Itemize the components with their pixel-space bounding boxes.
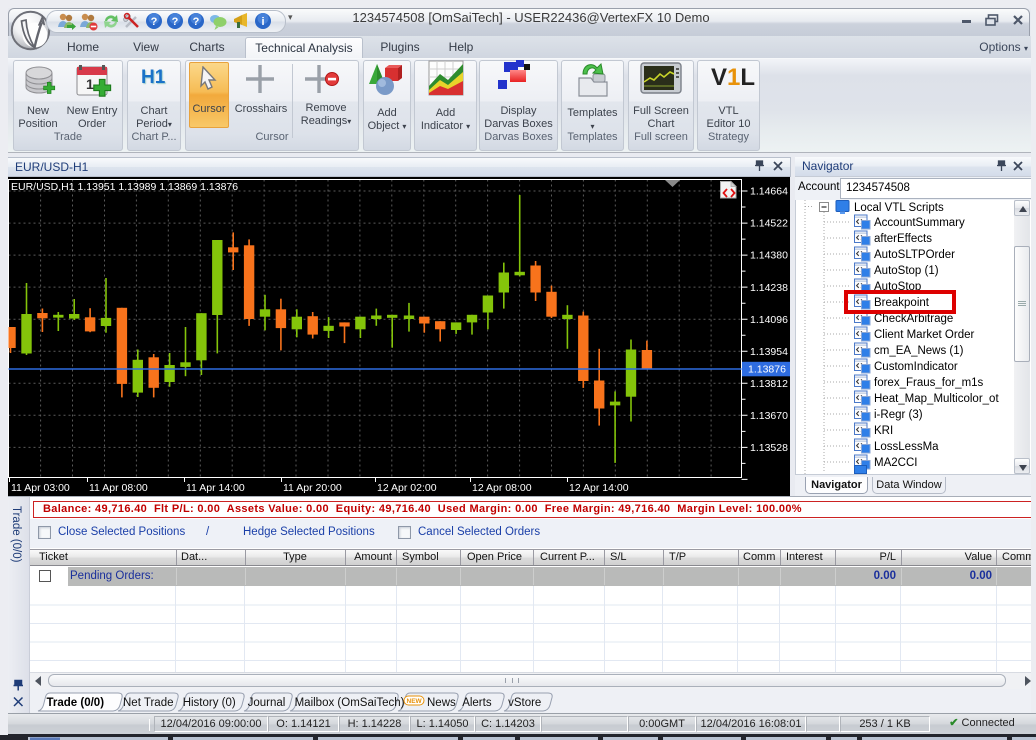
svg-text:1.13670: 1.13670 (750, 410, 788, 422)
svg-text:Breakpoint: Breakpoint (874, 297, 930, 309)
svg-text:AutoSLTPOrder: AutoSLTPOrder (874, 249, 955, 261)
svg-text:1.14664: 1.14664 (750, 186, 788, 198)
svg-text:forex_Fraus_for_m1s: forex_Fraus_for_m1s (874, 377, 984, 389)
svg-text:vStore: vStore (508, 697, 541, 709)
svg-text:Heat_Map_Multicolor_ot: Heat_Map_Multicolor_ot (874, 393, 999, 405)
svg-text:1.13812: 1.13812 (750, 378, 788, 390)
svg-text:CheckArbitrage: CheckArbitrage (874, 313, 953, 325)
svg-text:KRI: KRI (874, 425, 893, 437)
svg-text:1.13528: 1.13528 (750, 442, 788, 454)
svg-text:1.14522: 1.14522 (750, 218, 788, 230)
svg-text:i-Regr (3): i-Regr (3) (874, 409, 923, 421)
svg-text:12 Apr 14:00: 12 Apr 14:00 (569, 482, 629, 494)
svg-text:12 Apr 08:00: 12 Apr 08:00 (472, 482, 532, 494)
svg-text:Mailbox (OmSaiTech): Mailbox (OmSaiTech) (295, 697, 405, 709)
svg-text:11 Apr 08:00: 11 Apr 08:00 (89, 482, 148, 494)
svg-text:1.13954: 1.13954 (750, 346, 788, 358)
svg-text:NEW: NEW (407, 698, 423, 705)
svg-text:Local VTL Scripts: Local VTL Scripts (854, 202, 944, 214)
svg-text:12 Apr 02:00: 12 Apr 02:00 (377, 482, 437, 494)
svg-text:1: 1 (86, 76, 94, 92)
svg-text:1.14380: 1.14380 (750, 250, 788, 262)
svg-text:EUR/USD,H1 1.13951 1.13989 1.1: EUR/USD,H1 1.13951 1.13989 1.13869 1.138… (11, 181, 238, 193)
svg-text:Client Market Order: Client Market Order (874, 329, 975, 341)
svg-text:1.14238: 1.14238 (750, 282, 788, 294)
svg-text:1.13876: 1.13876 (748, 364, 786, 376)
svg-text:News: News (427, 697, 456, 709)
svg-text:Journal: Journal (248, 697, 286, 709)
svg-text:11 Apr 14:00: 11 Apr 14:00 (186, 482, 245, 494)
svg-text:History (0): History (0) (183, 697, 236, 709)
svg-text:afterEffects: afterEffects (874, 233, 932, 245)
svg-text:Trade (0/0): Trade (0/0) (47, 697, 105, 709)
svg-text:LossLessMa: LossLessMa (874, 441, 939, 453)
svg-text:1.14096: 1.14096 (750, 314, 788, 326)
svg-text:MA2CCI: MA2CCI (874, 457, 917, 469)
svg-text:cm_EA_News (1): cm_EA_News (1) (874, 345, 964, 357)
svg-text:11 Apr 20:00: 11 Apr 20:00 (283, 482, 342, 494)
svg-text:AutoStop (1): AutoStop (1) (874, 265, 939, 277)
svg-text:AccountSummary: AccountSummary (874, 217, 965, 229)
svg-text:CustomIndicator: CustomIndicator (874, 361, 958, 373)
svg-text:Alerts: Alerts (462, 697, 492, 709)
svg-text:11 Apr 03:00: 11 Apr 03:00 (11, 482, 70, 494)
svg-text:Net Trade: Net Trade (123, 697, 174, 709)
